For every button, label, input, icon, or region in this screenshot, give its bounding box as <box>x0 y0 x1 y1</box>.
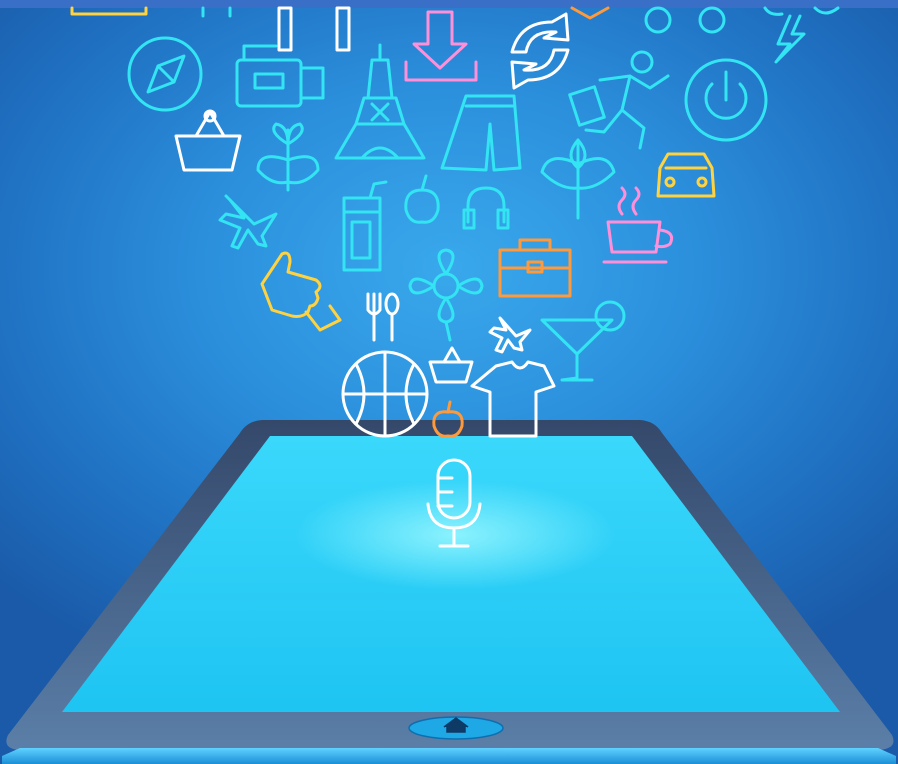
compass-icon <box>127 36 203 112</box>
fork-spoon-icon <box>366 292 400 342</box>
refresh-icon <box>510 12 570 90</box>
apple-icon <box>404 174 440 224</box>
tablet-apps-illustration <box>0 0 898 764</box>
tablet-edge <box>2 748 896 764</box>
plant-icon <box>256 122 320 192</box>
airplane-small-icon <box>488 316 532 354</box>
drink-carton-icon <box>342 180 388 272</box>
tablet <box>2 420 896 764</box>
leaf-branch-icon <box>540 138 616 220</box>
airplane-icon <box>218 194 278 250</box>
flower-icon <box>408 248 484 342</box>
video-camera-icon <box>235 44 325 108</box>
shopping-basket-icon <box>174 109 242 172</box>
power-icon <box>684 58 768 142</box>
coffee-cup-icon <box>602 186 674 264</box>
thumbs-up-icon <box>260 251 342 332</box>
shorts-icon <box>440 94 522 172</box>
lightning-icon <box>774 14 806 64</box>
eiffel-tower-icon <box>334 43 426 160</box>
headphones-icon <box>462 186 510 230</box>
car-icon <box>656 152 716 198</box>
briefcase-icon <box>498 238 572 298</box>
basket-small-icon <box>428 346 474 384</box>
basketball-icon <box>341 350 429 438</box>
home-button[interactable] <box>408 716 504 740</box>
running-man-icon <box>568 50 670 150</box>
illustration-canvas <box>0 0 898 764</box>
download-icon <box>404 10 478 82</box>
cocktail-glass-icon <box>540 300 626 382</box>
top-strip <box>0 0 898 8</box>
